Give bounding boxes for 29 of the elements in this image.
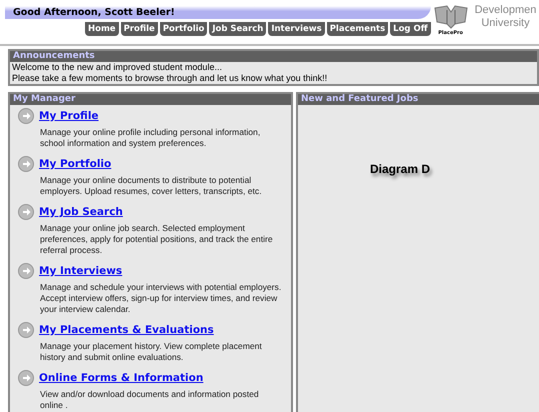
manager-link[interactable]: My Profile (39, 110, 99, 122)
nav-tab[interactable]: Profile (120, 22, 158, 36)
manager-link[interactable]: My Placements & Evaluations (39, 324, 214, 336)
diagram-caption: Diagram D (370, 162, 430, 176)
link-description: Manage your online job search. Selected employment preferences, apply for potential positions, and track the entire referral process. (40, 223, 274, 256)
nav-tab[interactable]: Home (85, 22, 119, 36)
nav-tab[interactable]: Portfolio (160, 22, 208, 36)
panel-title: Announcements (10, 51, 537, 62)
manager-link[interactable]: My Interviews (39, 265, 122, 277)
manager-link[interactable]: Online Forms & Information (39, 372, 204, 384)
link-description: Manage your online documents to distribute to potential employers. Upload resumes, cover letters, transcripts, etc. (40, 175, 263, 197)
nav-tab[interactable]: Job Search (209, 22, 266, 36)
link-description: Manage your placement history. View complete placement history and submit online evaluations. (40, 341, 263, 363)
university-name: Developmen (474, 4, 536, 17)
link-description: View and/or download documents and information posted online . (40, 389, 260, 411)
university-name: University (480, 17, 531, 30)
greeting-banner: Good Afternoon, Scott Beeler! (5, 6, 431, 19)
logo-icon (432, 4, 469, 30)
nav-tab[interactable]: Placements (326, 22, 388, 36)
manager-link[interactable]: My Portfolio (39, 158, 112, 170)
link-description: Manage and schedule your interviews with potential employers. Accept interview offers, sign-up for interview times, and review your interview calendar. (40, 282, 282, 315)
announcement-text: Welcome to the new and improved student module... (11, 62, 223, 73)
nav-tab[interactable]: Log Off (390, 22, 431, 36)
link-description: Manage your online profile including personal information, school information and system preferences. (40, 127, 262, 149)
panel-title: New and Featured Jobs (298, 94, 539, 105)
manager-link[interactable]: My Job Search (39, 206, 123, 218)
announcement-text: Please take a few moments to browse through and let us know what you think!! (11, 73, 328, 84)
nav-tab[interactable]: Interviews (268, 22, 325, 36)
panel-title: My Manager (10, 94, 291, 105)
